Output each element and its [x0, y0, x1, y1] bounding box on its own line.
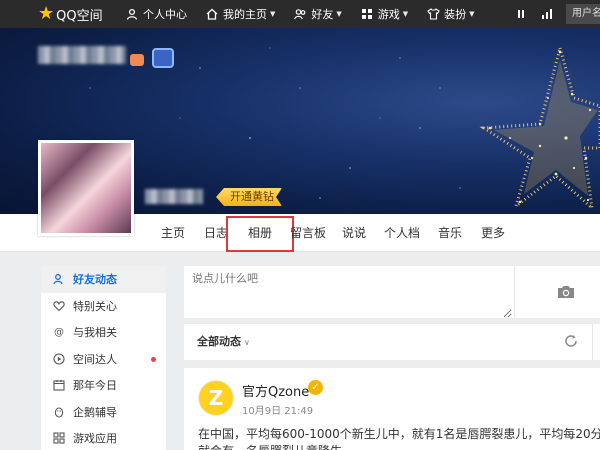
top-right-tools: 用户名	[514, 0, 600, 28]
tab-album[interactable]: 相册	[226, 216, 295, 252]
left-sidebar: 好友动态 特别关心 @ 与我相关 空间达人 那年今日 企鹅辅导 游戏应用	[41, 266, 166, 450]
sidebar-item-penguin-tutor[interactable]: 企鹅辅导	[41, 399, 166, 426]
grid-icon	[360, 7, 374, 21]
apps-icon	[53, 432, 65, 444]
sidebar-item-label: 那年今日	[73, 379, 117, 393]
qzone-logo[interactable]: ★ QQ空间	[0, 0, 116, 28]
level-badge-icon	[130, 54, 144, 66]
qzone-z-icon: Z	[208, 386, 224, 410]
tab-blog[interactable]: 日志	[204, 214, 228, 252]
camera-icon[interactable]	[556, 284, 576, 300]
tab-moments[interactable]: 说说	[342, 214, 366, 252]
user-name-label[interactable]: 用户名	[566, 4, 600, 24]
nav-label: 个人中心	[143, 8, 187, 21]
home-icon	[205, 7, 219, 21]
play-icon	[53, 353, 65, 365]
tab-music[interactable]: 音乐	[438, 214, 462, 252]
chevron-down-icon: ∨	[244, 338, 250, 347]
sidebar-item-on-this-day[interactable]: 那年今日	[41, 372, 166, 399]
qzone-official-avatar[interactable]: Z	[198, 380, 234, 416]
divider	[592, 324, 593, 360]
sidebar-item-space-talent[interactable]: 空间达人	[41, 346, 166, 373]
feed-filter-dropdown[interactable]: 全部动态 ∨	[197, 324, 250, 361]
at-icon: @	[54, 326, 64, 338]
status-composer	[184, 266, 600, 318]
tab-home[interactable]: 主页	[161, 214, 185, 252]
post-text: 在中国，平均每600-1000个新生儿中，就有1名是唇腭裂患儿，平均每20分钟就…	[198, 427, 600, 450]
sidebar-item-label: 好友动态	[73, 273, 117, 287]
penguin-icon	[53, 406, 65, 418]
nav-my-homepage[interactable]: 我的主页 ▼	[196, 0, 284, 28]
feed-post: Z 官方Qzone ✓ 10月9日 21:49 在中国，平均每600-1000个…	[184, 368, 600, 450]
sidebar-item-label: 与我相关	[73, 326, 117, 340]
notification-dot	[151, 356, 156, 362]
logo-text: QQ空间	[56, 8, 103, 24]
divider	[514, 266, 515, 318]
chevron-down-icon: ▼	[336, 10, 342, 18]
sparkling-star-decoration	[479, 42, 600, 212]
chevron-down-icon: ▼	[469, 10, 475, 18]
nav-label: 装扮	[444, 8, 467, 21]
open-yellow-diamond-button[interactable]: 开通黄钻	[216, 188, 282, 206]
blurred-space-title	[38, 46, 126, 64]
sidebar-item-friend-feed[interactable]: 好友动态	[41, 266, 166, 293]
tab-profile[interactable]: 个人档	[384, 214, 420, 252]
post-author[interactable]: 官方Qzone	[242, 381, 309, 400]
status-input[interactable]	[184, 266, 512, 318]
signal-bars-icon[interactable]	[540, 7, 554, 21]
sidebar-item-label: 企鹅辅导	[73, 405, 117, 419]
sidebar-item-mentions[interactable]: @ 与我相关	[41, 319, 166, 346]
chevron-down-icon: ▼	[402, 10, 409, 18]
nav-decorate[interactable]: 装扮 ▼	[417, 0, 483, 28]
profile-avatar[interactable]	[38, 140, 134, 236]
heart-icon	[53, 300, 65, 312]
refresh-icon[interactable]	[564, 334, 580, 350]
pause-icon[interactable]	[514, 7, 528, 21]
chevron-down-icon: ▼	[270, 10, 276, 18]
friends-icon	[293, 7, 307, 21]
sidebar-item-special-care[interactable]: 特别关心	[41, 293, 166, 320]
vip-crest-icon	[152, 48, 174, 68]
verified-badge-icon: ✓	[308, 380, 323, 395]
blurred-username	[145, 189, 203, 204]
nav-games[interactable]: 游戏 ▼	[351, 0, 417, 28]
shirt-icon	[426, 7, 440, 21]
sidebar-item-label: 特别关心	[73, 299, 117, 313]
nav-label: 我的主页	[223, 8, 267, 21]
feed-filter-bar: 全部动态 ∨	[184, 324, 600, 360]
nav-friends[interactable]: 好友 ▼	[284, 0, 350, 28]
sidebar-item-label: 游戏应用	[73, 432, 117, 446]
user-icon	[125, 7, 139, 21]
nav-label: 好友	[311, 8, 334, 21]
sidebar-item-game-apps[interactable]: 游戏应用	[41, 425, 166, 450]
calendar-icon	[53, 379, 65, 391]
tab-more[interactable]: 更多	[481, 214, 505, 252]
friends-icon	[53, 273, 65, 285]
nav-label: 游戏	[377, 8, 400, 21]
post-timestamp: 10月9日 21:49	[242, 406, 314, 417]
top-navigation-bar: ★ QQ空间 个人中心 我的主页 ▼ 好友 ▼ 游戏 ▼ 装扮 ▼ 用户名	[0, 0, 600, 28]
nav-personal-center[interactable]: 个人中心	[116, 0, 196, 28]
sidebar-item-label: 空间达人	[73, 352, 117, 366]
feed-filter-label: 全部动态	[197, 335, 241, 348]
avatar-image	[41, 143, 131, 233]
tab-guestbook[interactable]: 留言板	[290, 214, 326, 252]
qzone-star-icon: ★	[38, 3, 55, 24]
